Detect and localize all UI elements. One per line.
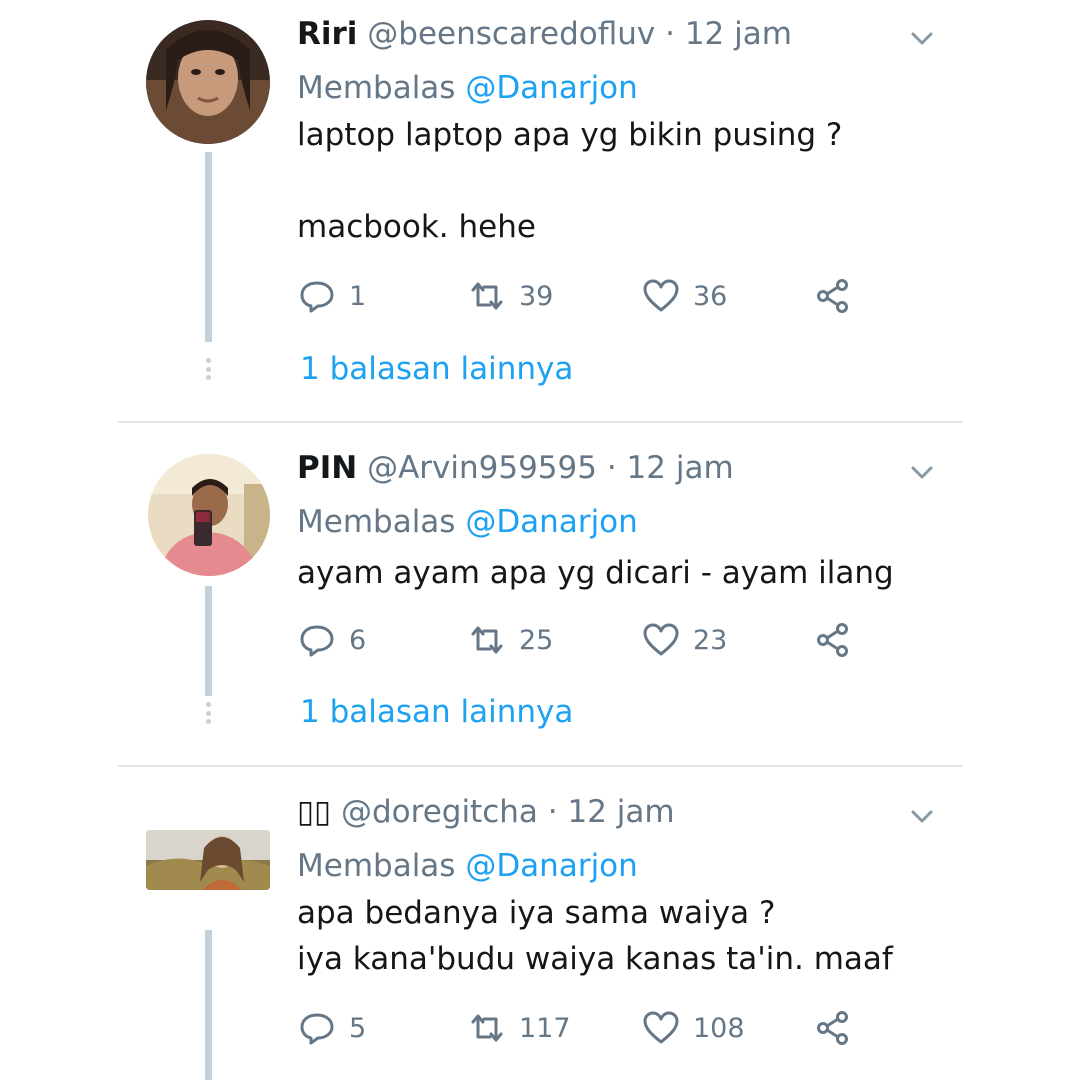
reply-icon (300, 625, 334, 657)
like-button[interactable]: 108 (641, 1008, 745, 1048)
reply-count: 6 (349, 624, 367, 656)
chevron-down-icon[interactable] (906, 456, 938, 488)
user-handle[interactable]: @Arvin959595 (367, 450, 597, 486)
share-button[interactable] (813, 620, 853, 660)
retweet-button[interactable]: 25 (467, 620, 553, 660)
like-count: 23 (693, 624, 728, 656)
separator: · (606, 450, 617, 486)
like-button[interactable]: 36 (641, 276, 727, 316)
replying-to: Membalas @Danarjon (297, 68, 638, 108)
reply-button[interactable]: 6 (297, 620, 366, 660)
replying-to-label: Membalas (297, 848, 456, 884)
retweet-count: 25 (519, 624, 554, 656)
retweet-button[interactable]: 39 (467, 276, 553, 316)
tweet-header: PIN @Arvin959595 · 12 jam (297, 448, 734, 488)
replying-to-handle[interactable]: @Danarjon (465, 848, 637, 884)
replying-to: Membalas @Danarjon (297, 846, 638, 886)
share-icon (817, 279, 848, 313)
tweet-text: apa bedanya iya sama waiya ? iya kana'bu… (297, 895, 893, 977)
separator: · (665, 16, 675, 52)
tweet-text: laptop laptop apa yg bikin pusing ? macb… (297, 117, 843, 245)
replying-to-handle[interactable]: @Danarjon (465, 504, 637, 540)
tweet-actions: 6 25 23 (297, 620, 897, 660)
thread-dots (205, 702, 212, 724)
timestamp[interactable]: 12 jam (627, 450, 734, 486)
reply-button[interactable]: 5 (297, 1008, 366, 1048)
like-count: 36 (693, 280, 728, 312)
tweet-header: Riri @beenscaredofluv · 12 jam (297, 14, 792, 54)
avatar[interactable] (146, 830, 270, 890)
replying-to-label: Membalas (297, 70, 456, 106)
avatar[interactable] (148, 454, 270, 576)
thread-line (205, 586, 212, 696)
retweet-icon (471, 1014, 503, 1042)
retweet-icon (471, 626, 503, 654)
display-name[interactable]: Riri (297, 16, 357, 52)
display-name[interactable]: PIN (297, 450, 357, 486)
tweet-header: ▯▯ @doregitcha · 12 jam (297, 792, 675, 832)
thread-dots (205, 358, 212, 380)
user-handle[interactable]: @doregitcha (341, 794, 538, 830)
display-name[interactable]: ▯▯ (297, 794, 331, 830)
retweet-icon (471, 282, 503, 310)
timestamp[interactable]: 12 jam (567, 794, 674, 830)
avatar[interactable] (146, 20, 270, 144)
share-button[interactable] (813, 276, 853, 316)
separator: · (547, 794, 558, 830)
share-icon (817, 1011, 848, 1045)
heart-icon (643, 1011, 679, 1044)
replying-to-handle[interactable]: @Danarjon (465, 70, 637, 106)
chevron-down-icon[interactable] (906, 800, 938, 832)
reply-button[interactable]: 1 (297, 276, 366, 316)
tweet[interactable]: PIN @Arvin959595 · 12 jam Membalas @Dana… (0, 422, 1080, 766)
tweet-text: ayam ayam apa yg dicari - ayam ilang (297, 555, 894, 591)
heart-icon (643, 279, 679, 312)
share-icon (817, 623, 848, 657)
retweet-count: 39 (519, 280, 554, 312)
more-replies-link[interactable]: 1 balasan lainnya (300, 692, 573, 732)
more-replies-link[interactable]: 1 balasan lainnya (300, 349, 573, 389)
reply-icon (300, 281, 334, 313)
tweet-actions: 1 39 36 (297, 276, 897, 316)
tweet-actions: 5 117 108 (297, 1008, 897, 1048)
reply-count: 5 (349, 1012, 367, 1044)
timestamp[interactable]: 12 jam (685, 16, 792, 52)
retweet-count: 117 (519, 1012, 571, 1044)
thread-line (205, 152, 212, 342)
tweet[interactable]: Riri @beenscaredofluv · 12 jam Membalas … (0, 0, 1080, 422)
replying-to: Membalas @Danarjon (297, 502, 638, 542)
reply-icon (300, 1013, 334, 1045)
tweet[interactable]: ▯▯ @doregitcha · 12 jam Membalas @Danarj… (0, 766, 1080, 1080)
replying-to-label: Membalas (297, 504, 456, 540)
reply-count: 1 (349, 280, 367, 312)
heart-icon (643, 623, 679, 656)
like-count: 108 (693, 1012, 745, 1044)
chevron-down-icon[interactable] (906, 22, 938, 54)
like-button[interactable]: 23 (641, 620, 727, 660)
thread-line (205, 930, 212, 1080)
retweet-button[interactable]: 117 (467, 1008, 571, 1048)
user-handle[interactable]: @beenscaredofluv (367, 16, 655, 52)
share-button[interactable] (813, 1008, 853, 1048)
